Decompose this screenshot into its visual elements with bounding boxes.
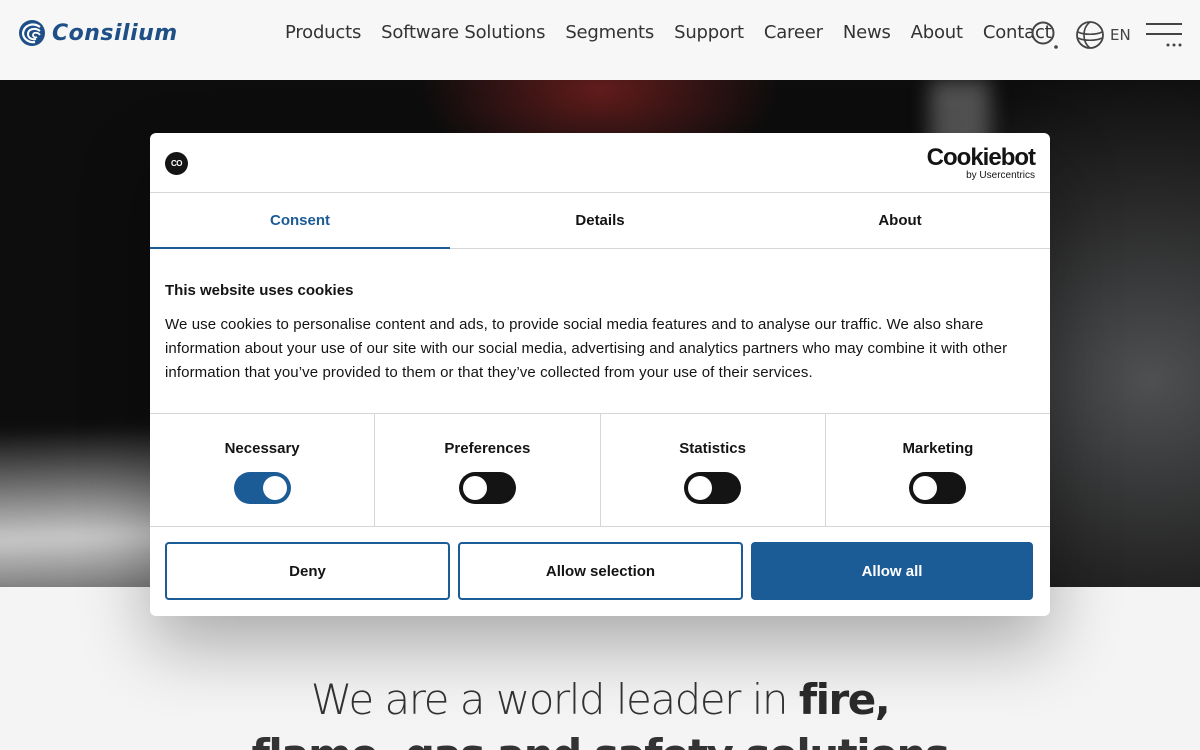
- nav-software-solutions[interactable]: Software Solutions: [381, 22, 545, 43]
- necessary-toggle[interactable]: [233, 472, 291, 504]
- tab-about[interactable]: About: [750, 193, 1050, 248]
- allow-all-button[interactable]: Allow all: [751, 542, 1033, 600]
- search-icon[interactable]: [1030, 20, 1060, 50]
- nav-news[interactable]: News: [843, 22, 891, 43]
- category-necessary: Necessary: [150, 414, 376, 526]
- deny-button[interactable]: Deny: [165, 542, 450, 600]
- category-preferences: Preferences: [375, 414, 601, 526]
- dialog-tabs: Consent Details About: [150, 193, 1050, 249]
- marketing-toggle[interactable]: [909, 472, 967, 504]
- hero-tagline: We are a world leader in fire,: [0, 675, 1200, 724]
- allow-selection-button[interactable]: Allow selection: [458, 542, 743, 600]
- category-statistics: Statistics: [601, 414, 826, 526]
- cookiebot-badge-icon: CO: [165, 152, 188, 175]
- hamburger-menu-icon[interactable]: [1146, 22, 1182, 48]
- site-header: Consilium Products Software Solutions Se…: [0, 0, 1200, 80]
- consent-title: This website uses cookies: [165, 282, 354, 299]
- nav-products[interactable]: Products: [285, 22, 361, 43]
- preferences-toggle[interactable]: [458, 472, 516, 504]
- logo-text: Consilium: [52, 20, 178, 46]
- category-label: Preferences: [444, 440, 531, 457]
- nav-segments[interactable]: Segments: [565, 22, 654, 43]
- brand-sub: by Usercentrics: [966, 170, 1035, 181]
- category-label: Marketing: [902, 440, 974, 457]
- toggle-knob: [688, 476, 713, 500]
- toggle-knob: [913, 476, 938, 500]
- globe-icon[interactable]: [1075, 20, 1105, 50]
- main-nav: Products Software Solutions Segments Sup…: [285, 22, 1052, 43]
- consilium-logo[interactable]: Consilium: [18, 19, 178, 47]
- cookie-consent-dialog: CO Cookiebot by Usercentrics Consent Det…: [150, 133, 1050, 616]
- nav-about[interactable]: About: [911, 22, 963, 43]
- tagline-bold: fire,: [798, 675, 891, 724]
- consilium-logo-icon: [19, 20, 45, 46]
- consent-description: We use cookies to personalise content an…: [165, 316, 1008, 381]
- nav-career[interactable]: Career: [764, 22, 823, 43]
- tab-consent[interactable]: Consent: [150, 193, 450, 249]
- category-marketing: Marketing: [826, 414, 1050, 526]
- statistics-toggle[interactable]: [684, 472, 742, 504]
- brand-name: Cookiebot: [926, 144, 1036, 171]
- cookiebot-brand[interactable]: Cookiebot by Usercentrics: [926, 144, 1036, 182]
- tab-details[interactable]: Details: [450, 193, 750, 248]
- hero-tagline-line2: flame, gas and safety solutions: [0, 730, 1200, 750]
- nav-support[interactable]: Support: [674, 22, 744, 43]
- consent-body: This website uses cookies We use cookies…: [150, 249, 1050, 414]
- category-label: Necessary: [224, 440, 300, 457]
- language-selector[interactable]: EN: [1110, 26, 1131, 44]
- consent-categories: Necessary Preferences Statistics Marketi…: [150, 414, 1050, 527]
- consent-actions: Deny Allow selection Allow all: [150, 527, 1050, 615]
- toggle-knob: [462, 476, 487, 500]
- category-label: Statistics: [679, 440, 746, 457]
- dialog-header: CO Cookiebot by Usercentrics: [150, 133, 1050, 193]
- tagline-light: We are a world leader in: [310, 675, 799, 724]
- toggle-knob: [262, 476, 287, 500]
